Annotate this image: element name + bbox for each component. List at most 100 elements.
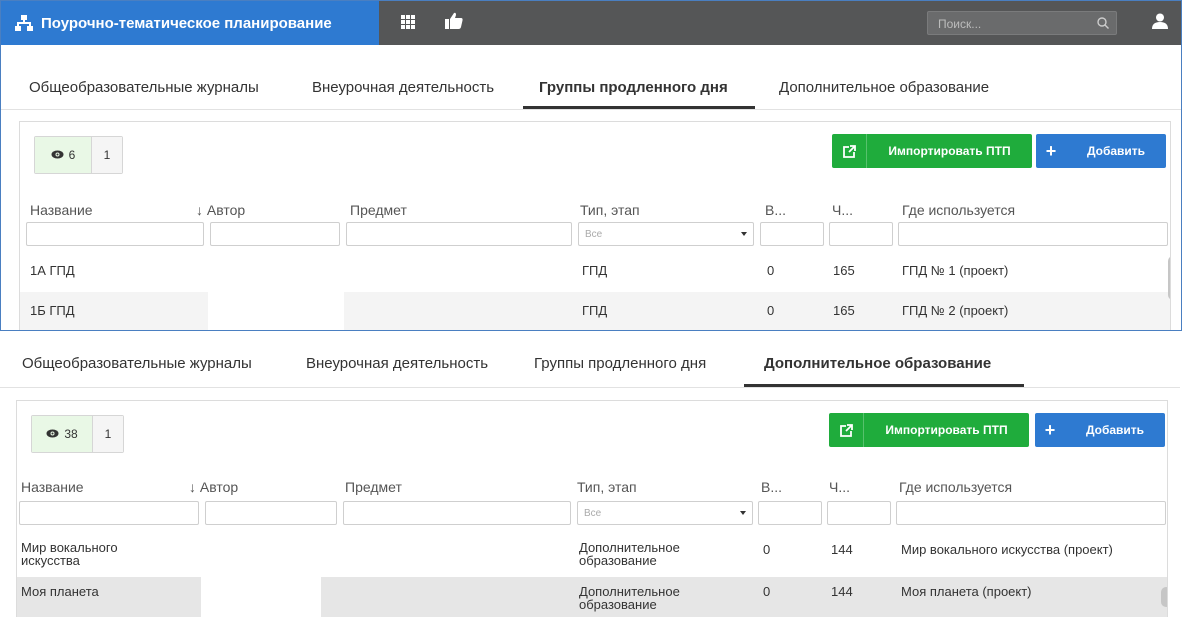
- col-subject[interactable]: Предмет: [350, 202, 407, 218]
- scrollbar-thumb[interactable]: [1168, 256, 1170, 300]
- import-ptp-label: Импортировать ПТП: [885, 423, 1008, 437]
- thumbs-up-icon: [445, 12, 463, 34]
- filter-subject[interactable]: [346, 222, 572, 246]
- visible-count[interactable]: 38: [32, 416, 93, 452]
- visible-count[interactable]: 6: [35, 137, 92, 173]
- filter-author[interactable]: [210, 222, 340, 246]
- plus-icon: +: [1045, 140, 1057, 161]
- cell-type: Дополнительное образование: [579, 540, 680, 568]
- cell-v: 0: [763, 542, 771, 557]
- cell-type: ГПД: [582, 303, 608, 318]
- table-row[interactable]: Моя планета Дополнительное образование 0…: [17, 577, 1167, 617]
- tab-extended-day-groups[interactable]: Группы продленного дня: [523, 67, 755, 109]
- col-ch[interactable]: Ч...: [829, 479, 850, 495]
- page-number[interactable]: 1: [93, 416, 123, 452]
- record-counter[interactable]: 6 1: [34, 136, 123, 174]
- col-type[interactable]: Тип, этап: [580, 202, 640, 218]
- cell-v: 0: [763, 584, 771, 599]
- search-icon[interactable]: [1096, 15, 1110, 34]
- eye-icon: [51, 148, 64, 162]
- cell-v: 0: [767, 303, 775, 318]
- sitemap-icon: [15, 14, 33, 32]
- app-title: Поурочно-тематическое планирование: [41, 14, 332, 32]
- cell-name: 1Б ГПД: [30, 303, 75, 318]
- filter-v[interactable]: [758, 501, 822, 525]
- scrollbar-thumb[interactable]: [1161, 587, 1167, 607]
- cell-author: [201, 577, 321, 617]
- cell-type: Дополнительное образование: [579, 584, 680, 612]
- apps-button[interactable]: [391, 1, 425, 45]
- cell-ch: 165: [833, 263, 855, 278]
- page-number[interactable]: 1: [92, 137, 122, 173]
- cell-name: 1А ГПД: [30, 263, 75, 278]
- add-button[interactable]: + Добавить: [1035, 413, 1165, 447]
- filter-type-value: Все: [584, 508, 602, 519]
- user-menu-button[interactable]: [1139, 1, 1181, 45]
- external-link-icon: [829, 413, 864, 447]
- filter-author[interactable]: [205, 501, 337, 525]
- top-navbar: Поурочно-тематическое планирование: [1, 1, 1181, 45]
- external-link-icon: [832, 134, 867, 168]
- import-ptp-button[interactable]: Импортировать ПТП: [832, 134, 1032, 168]
- cell-where-used[interactable]: ГПД № 2 (проект): [902, 304, 1008, 317]
- tab-additional-education[interactable]: Дополнительное образование: [779, 67, 989, 109]
- like-button[interactable]: [437, 1, 471, 45]
- cell-type: ГПД: [582, 263, 608, 278]
- col-v[interactable]: В...: [761, 479, 782, 495]
- add-label: Добавить: [1085, 423, 1145, 437]
- col-where-used[interactable]: Где используется: [899, 479, 1012, 495]
- eye-icon: [46, 427, 59, 441]
- import-ptp-button[interactable]: Импортировать ПТП: [829, 413, 1029, 447]
- visible-count-value: 6: [68, 148, 76, 162]
- tab-general-journals[interactable]: Общеобразовательные журналы: [29, 67, 259, 109]
- filter-ch[interactable]: [829, 222, 893, 246]
- app-brand[interactable]: Поурочно-тематическое планирование: [1, 1, 379, 45]
- cell-v: 0: [767, 263, 775, 278]
- cell-ch: 165: [833, 303, 855, 318]
- table-row[interactable]: 1А ГПД ГПД 0 165 ГПД № 1 (проект): [20, 252, 1170, 292]
- col-author[interactable]: ↓ Автор: [196, 202, 245, 218]
- col-type[interactable]: Тип, этап: [577, 479, 637, 495]
- tab-extracurricular[interactable]: Внеурочная деятельность: [306, 341, 488, 387]
- col-author[interactable]: ↓ Автор: [189, 479, 238, 495]
- tab-extended-day-groups[interactable]: Группы продленного дня: [534, 341, 706, 387]
- tab-bar: Общеобразовательные журналы Внеурочная д…: [0, 341, 1180, 388]
- col-where-used[interactable]: Где используется: [902, 202, 1015, 218]
- tab-extracurricular[interactable]: Внеурочная деятельность: [312, 67, 494, 109]
- filter-subject[interactable]: [343, 501, 571, 525]
- col-v[interactable]: В...: [765, 202, 786, 218]
- table-row[interactable]: Мир вокального искусства Дополнительное …: [17, 533, 1167, 577]
- col-ch[interactable]: Ч...: [832, 202, 853, 218]
- col-name[interactable]: Название: [30, 202, 93, 218]
- search-input[interactable]: [928, 12, 1100, 36]
- filter-v[interactable]: [760, 222, 824, 246]
- tab-additional-education[interactable]: Дополнительное образование: [744, 341, 1024, 387]
- cell-name: Моя планета: [21, 584, 99, 599]
- col-name[interactable]: Название: [21, 479, 84, 495]
- col-subject[interactable]: Предмет: [345, 479, 402, 495]
- visible-count-value: 38: [64, 427, 78, 441]
- tab-bar: Общеобразовательные журналы Внеурочная д…: [1, 67, 1181, 110]
- planning-panel-top: Поурочно-тематическое планирование Общео…: [0, 0, 1182, 331]
- cell-ch: 144: [831, 584, 853, 599]
- filter-name[interactable]: [19, 501, 199, 525]
- filter-name[interactable]: [26, 222, 204, 246]
- filter-where-used[interactable]: [896, 501, 1166, 525]
- record-counter[interactable]: 38 1: [31, 415, 124, 453]
- content-panel: 6 1 Импортировать ПТП + Добавить Названи…: [19, 121, 1171, 330]
- chevron-down-icon: [741, 232, 747, 236]
- plus-icon: +: [1044, 419, 1056, 440]
- add-button[interactable]: + Добавить: [1036, 134, 1166, 168]
- cell-where-used[interactable]: Моя планета (проект): [901, 585, 1032, 598]
- filter-type-value: Все: [585, 229, 603, 240]
- cell-where-used[interactable]: Мир вокального искусства (проект): [901, 543, 1113, 556]
- filter-type-select[interactable]: Все: [577, 501, 753, 525]
- cell-where-used[interactable]: ГПД № 1 (проект): [902, 264, 1008, 277]
- planning-panel-bottom: Общеобразовательные журналы Внеурочная д…: [0, 341, 1182, 617]
- table-row[interactable]: 1Б ГПД ГПД 0 165 ГПД № 2 (проект): [20, 292, 1170, 330]
- filter-ch[interactable]: [827, 501, 891, 525]
- add-label: Добавить: [1086, 144, 1146, 158]
- filter-where-used[interactable]: [898, 222, 1168, 246]
- filter-type-select[interactable]: Все: [578, 222, 754, 246]
- tab-general-journals[interactable]: Общеобразовательные журналы: [22, 341, 252, 387]
